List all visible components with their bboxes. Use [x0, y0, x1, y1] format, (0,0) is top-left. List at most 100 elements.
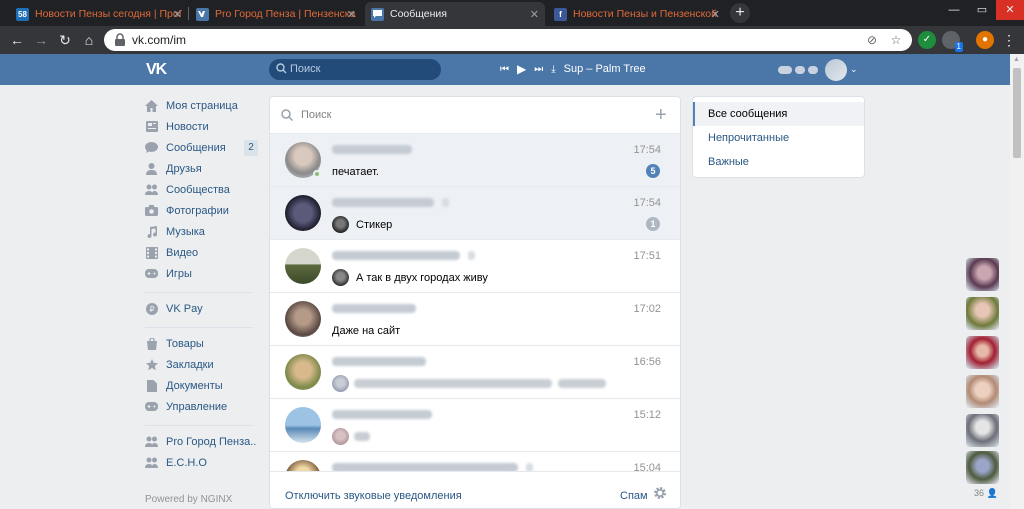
- dialog-row[interactable]: 17:02 Даже на сайт: [270, 293, 680, 346]
- filter-important[interactable]: Важные: [693, 150, 864, 174]
- avatar: [285, 354, 321, 390]
- next-track-icon[interactable]: ⏭: [534, 64, 543, 75]
- menu-dots-icon[interactable]: ⋮: [1000, 31, 1018, 49]
- close-tab-icon[interactable]: ✕: [711, 8, 720, 21]
- sender-avatar: [332, 269, 349, 286]
- sidebar-item-label: Товары: [166, 337, 204, 350]
- sidebar-item-my-page[interactable]: Моя страница: [145, 95, 260, 116]
- shield-extension-icon[interactable]: ✓: [918, 31, 936, 49]
- games-icon: [145, 267, 158, 280]
- home-icon[interactable]: ⌂: [80, 31, 98, 49]
- message-time: 17:02: [633, 303, 661, 315]
- vk-logo[interactable]: VK: [146, 61, 167, 79]
- close-tab-icon[interactable]: ✕: [347, 8, 356, 21]
- profile-avatar-icon[interactable]: ●: [976, 31, 994, 49]
- browser-tab[interactable]: 58 Новости Пензы сегодня | ПроГ ✕: [10, 2, 188, 26]
- sidebar-item-group-echo[interactable]: E.C.H.O: [145, 452, 260, 473]
- sidebar-item-goods[interactable]: Товары: [145, 333, 260, 354]
- friend-avatar[interactable]: [966, 414, 999, 447]
- messages-icon: [145, 141, 158, 154]
- sidebar-item-group-pro-gorod[interactable]: Pro Город Пенза..: [145, 431, 260, 452]
- online-indicator: [313, 170, 321, 178]
- sidebar-item-friends[interactable]: Друзья: [145, 158, 260, 179]
- bookmark-star-icon[interactable]: ☆: [888, 32, 904, 48]
- scrollbar-thumb[interactable]: [1013, 68, 1021, 158]
- mute-sounds-link[interactable]: Отключить звуковые уведомления: [285, 490, 462, 502]
- sender-avatar: [332, 216, 349, 233]
- home-icon: [145, 99, 158, 112]
- site-settings-icon[interactable]: ⊘: [864, 32, 880, 48]
- now-playing-title[interactable]: Sup – Palm Tree: [564, 63, 646, 75]
- browser-tab-active[interactable]: Сообщения ✕: [365, 2, 545, 26]
- sidebar-item-games[interactable]: Игры: [145, 263, 260, 284]
- sidebar-divider: [145, 425, 253, 426]
- friend-avatar[interactable]: [966, 451, 999, 484]
- dialog-row[interactable]: 17:54 Стикер 1: [270, 187, 680, 240]
- user-name-blurred: [795, 65, 805, 74]
- filter-all-messages[interactable]: Все сообщения: [693, 102, 864, 126]
- maximize-window-icon[interactable]: ▭: [968, 0, 996, 20]
- friends-online-count[interactable]: 36 👤: [974, 488, 998, 499]
- sidebar-item-photos[interactable]: Фотографии: [145, 200, 260, 221]
- message-time: 16:56: [633, 356, 661, 368]
- sidebar-item-label: Сообщения: [166, 141, 226, 154]
- minimize-window-icon[interactable]: —: [940, 0, 968, 20]
- browser-tab[interactable]: f Новости Пензы и Пензенской с ✕: [548, 2, 726, 26]
- friend-avatar[interactable]: [966, 258, 999, 291]
- close-tab-icon[interactable]: ✕: [530, 8, 539, 21]
- tab-title: Pro Город Пенза | Пензенская с: [215, 8, 356, 20]
- user-menu[interactable]: ⌄: [778, 58, 858, 81]
- dialog-search-input[interactable]: Поиск +: [270, 97, 680, 134]
- scroll-up-icon[interactable]: ▲: [1013, 56, 1020, 63]
- friend-avatar[interactable]: [966, 297, 999, 330]
- tab-title: Новости Пензы и Пензенской с: [573, 8, 720, 20]
- filter-unread[interactable]: Непрочитанные: [693, 126, 864, 150]
- friend-avatar[interactable]: [966, 375, 999, 408]
- contact-name-blurred: [332, 304, 416, 313]
- sidebar-item-label: Сообщества: [166, 183, 230, 196]
- sidebar-item-news[interactable]: Новости: [145, 116, 260, 137]
- sidebar-item-communities[interactable]: Сообщества: [145, 179, 260, 200]
- search-icon: [281, 109, 293, 121]
- dialog-row[interactable]: 16:56: [270, 346, 680, 399]
- tab-divider: [188, 7, 189, 20]
- message-time: 15:12: [633, 409, 661, 421]
- play-icon[interactable]: ▶: [517, 62, 526, 76]
- spam-link[interactable]: Спам: [620, 490, 648, 502]
- person-icon: 👤: [986, 488, 998, 498]
- download-icon[interactable]: ⤓: [551, 64, 555, 75]
- sidebar-item-music[interactable]: Музыка: [145, 221, 260, 242]
- extension-icon[interactable]: 1: [942, 31, 963, 52]
- sidebar-item-label: Фотографии: [166, 204, 229, 217]
- sidebar-item-documents[interactable]: Документы: [145, 375, 260, 396]
- browser-tab[interactable]: Pro Город Пенза | Пензенская с ✕: [190, 2, 362, 26]
- sender-avatar: [332, 428, 349, 445]
- gear-icon[interactable]: [653, 486, 667, 500]
- dialog-row[interactable]: 17:51 А так в двух городах живу: [270, 240, 680, 293]
- new-tab-button[interactable]: +: [730, 3, 750, 23]
- dialog-row[interactable]: 17:54 печатает. 5: [270, 134, 680, 187]
- sidebar-item-vk-pay[interactable]: ₽ VK Pay: [145, 298, 260, 319]
- audio-player: ⏮ ▶ ⏭ ⤓ Sup – Palm Tree: [500, 62, 654, 76]
- sidebar-item-video[interactable]: Видео: [145, 242, 260, 263]
- back-arrow-icon[interactable]: ←: [8, 31, 26, 49]
- friends-icon: [145, 162, 158, 175]
- forward-arrow-icon[interactable]: →: [32, 31, 50, 49]
- dialog-row[interactable]: 15:12: [270, 399, 680, 452]
- global-search-input[interactable]: Поиск: [269, 59, 441, 80]
- contact-name-blurred: [332, 251, 460, 260]
- previous-track-icon[interactable]: ⏮: [500, 64, 509, 75]
- contact-name-blurred: [442, 198, 449, 207]
- friend-avatar[interactable]: [966, 336, 999, 369]
- new-conversation-plus-icon[interactable]: +: [655, 104, 667, 127]
- message-time: 17:54: [633, 197, 661, 209]
- close-window-icon[interactable]: ✕: [996, 0, 1024, 20]
- sidebar-item-management[interactable]: Управление: [145, 396, 260, 417]
- reload-icon[interactable]: ↻: [56, 31, 74, 49]
- page-scrollbar[interactable]: ▲: [1010, 54, 1024, 509]
- avatar: [285, 248, 321, 284]
- sidebar-item-messages[interactable]: Сообщения 2: [145, 137, 260, 158]
- address-bar[interactable]: vk.com/im ⊘ ☆: [104, 29, 912, 51]
- sidebar-item-bookmarks[interactable]: Закладки: [145, 354, 260, 375]
- close-tab-icon[interactable]: ✕: [173, 8, 182, 21]
